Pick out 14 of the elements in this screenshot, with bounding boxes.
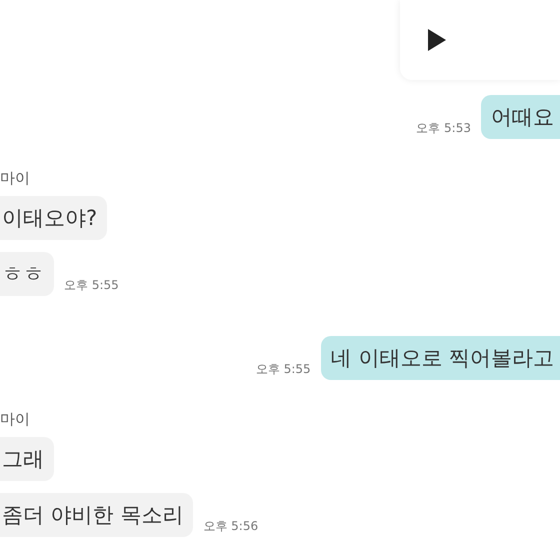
message-bubble: 좀더 야비한 목소리 [0, 493, 194, 537]
message-time: 오후 5:56 [203, 518, 258, 535]
message-bubble: 그래 [0, 437, 54, 481]
message-bubble: ㅎㅎ [0, 252, 54, 296]
message-time: 오후 5:53 [416, 120, 471, 137]
message-time: 오후 5:55 [64, 277, 119, 294]
message-bubble: 어때요 [481, 95, 560, 139]
sender-name: 마이 [0, 169, 30, 188]
message-bubble: 이태오야? [0, 196, 108, 240]
message-time: 오후 5:55 [256, 361, 311, 378]
video-card[interactable] [400, 0, 560, 80]
play-icon [428, 29, 446, 51]
sender-name: 마이 [0, 410, 30, 429]
message-bubble: 네 이태오로 찍어볼라고 [320, 336, 560, 380]
